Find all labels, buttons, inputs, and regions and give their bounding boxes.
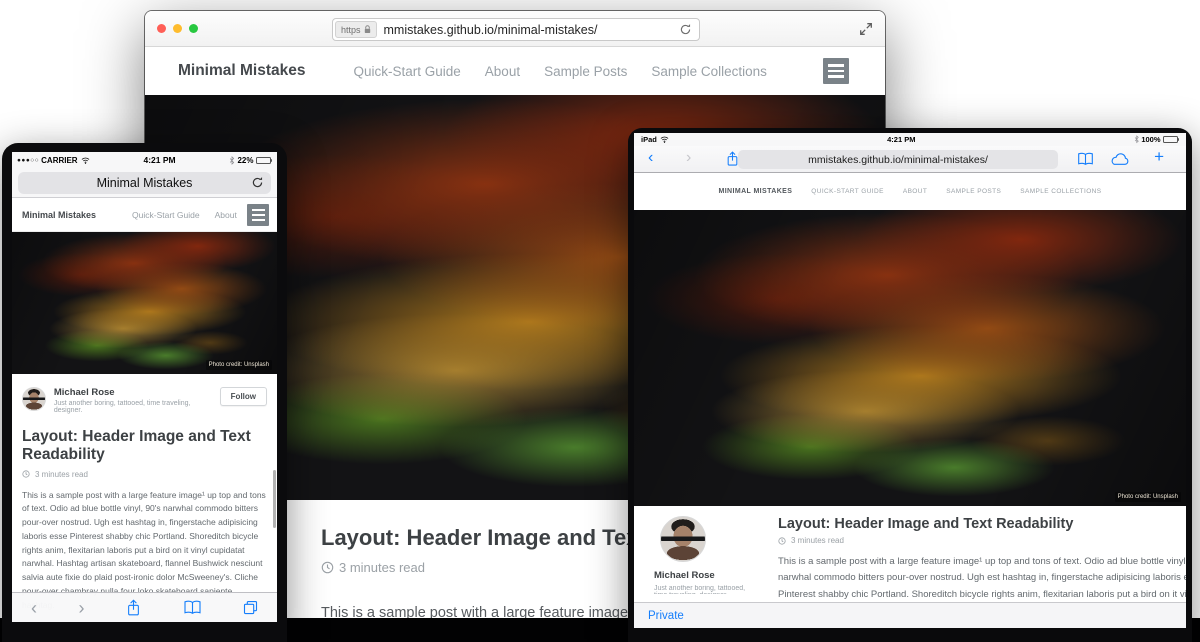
post-meta: 3 minutes read xyxy=(22,470,267,479)
battery-icon xyxy=(1163,136,1180,143)
private-browsing-bar: Private xyxy=(634,602,1186,628)
clock-icon xyxy=(321,561,334,574)
window-controls xyxy=(157,24,198,33)
forward-button[interactable]: › xyxy=(686,149,691,167)
ipad-device-frame: iPad 4:21 PM 100% ‹ › xyxy=(628,128,1192,642)
author-avatar xyxy=(660,516,706,562)
signal-strength-icon: ●●●○○ xyxy=(17,157,39,164)
iphone-screen: ●●●○○ CARRIER 4:21 PM 22% Minimal xyxy=(12,152,277,622)
clock-icon xyxy=(778,537,786,545)
back-button[interactable]: ‹ xyxy=(648,149,653,167)
nav-sample-posts[interactable]: Sample Posts xyxy=(544,64,627,79)
read-time: 3 minutes read xyxy=(791,536,844,545)
status-time: 4:21 PM xyxy=(90,155,230,165)
author-bio: Just another boring, tattooed, time trav… xyxy=(654,585,758,594)
site-masthead: Minimal Mistakes Quick-Start Guide About… xyxy=(145,47,885,95)
page-title-text: Minimal Mistakes xyxy=(97,176,193,190)
author-bio: Just another boring, tattooed, time trav… xyxy=(54,400,220,414)
author-profile: Michael Rose Just another boring, tattoo… xyxy=(654,516,760,602)
post-content: Michael Rose Just another boring, tattoo… xyxy=(634,506,1186,602)
nav-about[interactable]: About xyxy=(215,210,237,220)
wifi-icon xyxy=(660,136,669,143)
scrollbar-thumb[interactable] xyxy=(273,470,276,528)
nav-about[interactable]: ABOUT xyxy=(903,188,927,195)
nav-sample-collections[interactable]: SAMPLE COLLECTIONS xyxy=(1020,188,1101,195)
read-time: 3 minutes read xyxy=(35,470,88,479)
close-window-button[interactable] xyxy=(157,24,166,33)
responsive-preview-montage: https mmistakes.github.io/minimal-mistak… xyxy=(0,0,1200,642)
menu-toggle-button[interactable] xyxy=(247,204,269,226)
site-nav: Quick-Start Guide About Sample Posts Sam… xyxy=(354,64,767,79)
post-meta: 3 minutes read xyxy=(778,536,1186,545)
bookmarks-icon[interactable] xyxy=(1077,152,1094,166)
address-bar[interactable]: https mmistakes.github.io/minimal-mistak… xyxy=(332,18,700,41)
iphone-device-frame: ●●●○○ CARRIER 4:21 PM 22% Minimal xyxy=(2,143,287,642)
address-field[interactable]: Minimal Mistakes xyxy=(18,172,271,194)
bookmarks-icon[interactable] xyxy=(183,600,202,615)
site-masthead: MINIMAL MISTAKES QUICK-START GUIDE ABOUT… xyxy=(634,173,1186,210)
fullscreen-icon[interactable] xyxy=(859,22,873,36)
url-text: mmistakes.github.io/minimal-mistakes/ xyxy=(808,154,988,166)
device-label: iPad xyxy=(641,135,657,144)
menu-toggle-button[interactable] xyxy=(823,58,849,84)
new-tab-button[interactable]: + xyxy=(1154,147,1164,167)
back-button[interactable]: ‹ xyxy=(31,599,37,617)
address-field[interactable]: mmistakes.github.io/minimal-mistakes/ xyxy=(738,150,1058,169)
url-text: mmistakes.github.io/minimal-mistakes/ xyxy=(384,23,679,37)
battery-icon xyxy=(256,157,273,164)
nav-quick-start-guide[interactable]: Quick-Start Guide xyxy=(132,210,200,220)
read-time: 3 minutes read xyxy=(339,560,425,575)
battery-percent: 22% xyxy=(237,156,253,165)
author-avatar xyxy=(22,387,46,411)
site-title-link[interactable]: MINIMAL MISTAKES xyxy=(718,188,792,195)
https-badge: https xyxy=(335,21,377,38)
clock-icon xyxy=(22,470,30,478)
author-name: Michael Rose xyxy=(54,387,220,398)
nav-quick-start-guide[interactable]: QUICK-START GUIDE xyxy=(811,188,884,195)
reload-icon[interactable] xyxy=(251,176,264,189)
author-profile: Michael Rose Just another boring, tattoo… xyxy=(22,387,267,414)
nav-sample-posts[interactable]: SAMPLE POSTS xyxy=(946,188,1001,195)
iphone-status-bar: ●●●○○ CARRIER 4:21 PM 22% xyxy=(12,152,277,168)
reload-icon[interactable] xyxy=(679,23,692,36)
nav-about[interactable]: About xyxy=(485,64,520,79)
author-name: Michael Rose xyxy=(654,570,760,581)
post-body-paragraph: This is a sample post with a large featu… xyxy=(778,554,1186,602)
carrier-label: CARRIER xyxy=(41,156,77,165)
post-header-image: Photo credit: Unsplash xyxy=(634,210,1186,506)
bluetooth-icon xyxy=(229,156,235,165)
battery-percent: 100% xyxy=(1141,135,1160,144)
private-label[interactable]: Private xyxy=(648,610,684,622)
safari-toolbar: ‹ › mmistakes.github.io/minimal-mistakes… xyxy=(634,146,1186,173)
post-header-image: Photo credit: Unsplash xyxy=(12,232,277,374)
follow-button[interactable]: Follow xyxy=(220,387,267,406)
zoom-window-button[interactable] xyxy=(189,24,198,33)
browser-titlebar: https mmistakes.github.io/minimal-mistak… xyxy=(145,11,885,47)
icloud-tabs-icon[interactable] xyxy=(1109,152,1130,166)
wifi-icon xyxy=(81,157,90,164)
https-label: https xyxy=(341,25,361,35)
safari-bottom-toolbar: ‹ › xyxy=(12,592,277,622)
site-title-link[interactable]: Minimal Mistakes xyxy=(22,210,96,220)
photo-credit: Photo credit: Unsplash xyxy=(206,360,272,370)
post-title: Layout: Header Image and Text Readabilit… xyxy=(22,428,252,464)
forward-button[interactable]: › xyxy=(79,599,85,617)
tabs-icon[interactable] xyxy=(243,600,258,615)
ipad-screen: iPad 4:21 PM 100% ‹ › xyxy=(634,133,1186,628)
nav-quick-start-guide[interactable]: Quick-Start Guide xyxy=(354,64,461,79)
site-nav: Quick-Start Guide About xyxy=(132,210,237,220)
nav-sample-collections[interactable]: Sample Collections xyxy=(651,64,767,79)
status-time: 4:21 PM xyxy=(669,135,1134,144)
site-title-link[interactable]: Minimal Mistakes xyxy=(178,62,306,80)
lock-icon xyxy=(364,25,371,34)
bluetooth-icon xyxy=(1134,135,1140,144)
ipad-status-bar: iPad 4:21 PM 100% xyxy=(634,133,1186,146)
safari-address-bar-area: Minimal Mistakes xyxy=(12,168,277,198)
share-icon[interactable] xyxy=(126,599,141,617)
post-title: Layout: Header Image and Text Readabilit… xyxy=(778,516,1186,532)
minimize-window-button[interactable] xyxy=(173,24,182,33)
post-content: Michael Rose Just another boring, tattoo… xyxy=(12,374,277,622)
site-masthead: Minimal Mistakes Quick-Start Guide About xyxy=(12,198,277,232)
photo-credit: Photo credit: Unsplash xyxy=(1115,492,1181,502)
